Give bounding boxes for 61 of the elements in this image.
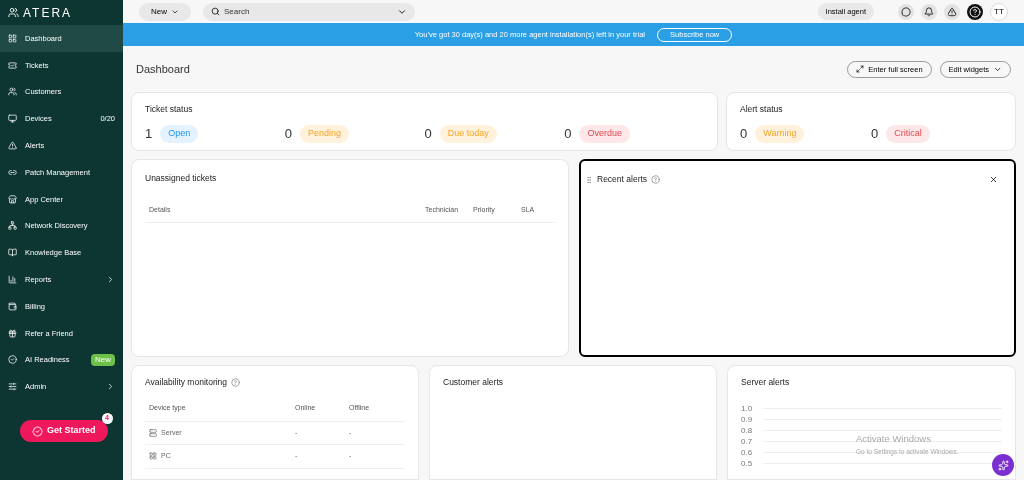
nav-icon [8,328,17,338]
notifications-icon[interactable] [921,3,937,20]
status-tag: Critical [886,125,930,143]
nav-icon [8,248,17,258]
search-input[interactable]: Search [224,5,393,18]
status-count: 0 [284,125,292,143]
nav-icon [8,221,17,231]
chevron-icon [106,382,115,392]
nav-icon [8,60,17,70]
status-count: 0 [871,125,879,143]
widget-title: Alert status [740,103,784,116]
new-badge: New [91,353,115,366]
nav-icon [8,355,17,365]
status-tag: Warning [755,125,805,143]
server-icon [149,428,157,437]
widget-title: Unassigned tickets [145,172,218,185]
status-tag: Pending [300,125,349,143]
axis-tick-label: 1.0 [741,402,754,415]
expand-icon [856,65,865,74]
widget-title: Availability monitoring [145,376,228,389]
chevron-icon [106,275,115,285]
nav-icon [8,382,17,392]
help-icon[interactable] [967,3,983,20]
status-tag: Open [160,125,199,143]
nav-icon [8,194,17,204]
check-badge-icon [32,425,43,437]
warning-icon[interactable] [944,3,960,20]
nav-icon [8,87,17,97]
nav-icon [8,301,17,311]
search-icon [211,7,220,17]
axis-tick-label: 0.9 [741,413,754,426]
page-title: Dashboard [136,62,191,77]
axis-tick-label: 0.7 [741,435,754,448]
logo: ATERA [23,4,73,22]
status-count: 0 [564,125,572,143]
widget-title: Customer alerts [443,376,504,389]
logo-icon [8,7,19,18]
nav-icon [8,167,17,177]
status-count: 0 [740,125,748,143]
sparkles-icon [997,459,1009,471]
nav-icon [8,275,17,285]
axis-tick-label: 0.8 [741,424,754,437]
status-count: 1 [145,125,153,143]
widget-title: Recent alerts [597,173,648,186]
get-started-button[interactable]: Get Started [20,420,108,443]
close-icon[interactable] [989,175,998,185]
new-button[interactable]: New [139,2,191,21]
activation-notice-title: Activate Windows [856,432,932,447]
widget-title: Server alerts [741,376,791,389]
user-avatar[interactable]: TT [990,2,1008,21]
status-tag: Due today [439,125,497,143]
nav-icon [8,114,17,124]
status-count: 0 [424,125,432,143]
axis-tick-label: 0.5 [741,457,754,470]
nav-icon [8,141,17,151]
drag-handle-icon[interactable] [585,175,593,184]
nav-icon [8,33,17,43]
status-tag: Overdue [579,125,630,143]
axis-tick-label: 0.6 [741,446,754,459]
search-field[interactable]: Search [203,2,415,21]
widget-title: Ticket status [145,103,194,116]
